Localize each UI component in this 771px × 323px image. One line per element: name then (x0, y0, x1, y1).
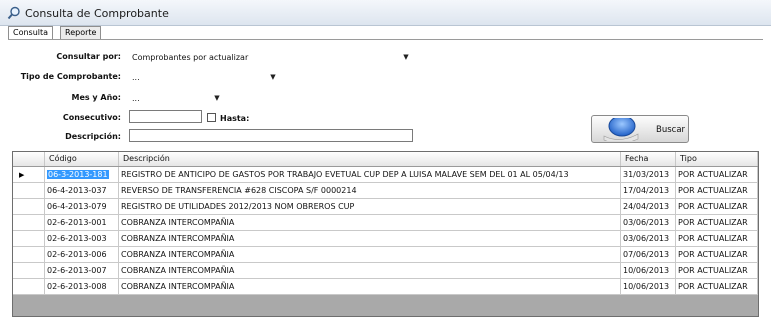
consecutivo-label: Consecutivo: (62, 113, 121, 122)
cell-codigo[interactable]: 06-4-2013-037 (45, 183, 119, 199)
grid-header: Código Descripción Fecha Tipo (13, 152, 758, 167)
row-selector[interactable]: ▶ (13, 167, 45, 183)
magnifier-icon (7, 6, 20, 20)
tipo-comprobante-label: Tipo de Comprobante: (20, 72, 121, 81)
row-selector[interactable] (13, 215, 45, 231)
tab-divider (8, 39, 763, 40)
current-row-icon: ▶ (19, 171, 25, 179)
consecutivo-input[interactable] (129, 110, 202, 123)
table-row[interactable]: 06-4-2013-079 REGISTRO DE UTILIDADES 201… (13, 199, 758, 215)
cell-tipo[interactable]: POR ACTUALIZAR (676, 247, 758, 263)
row-header-corner (13, 152, 45, 166)
title-bar: Consulta de Comprobante (0, 0, 771, 26)
cell-fecha[interactable]: 07/06/2013 (621, 247, 676, 263)
mes-anio-label: Mes y Año: (71, 93, 121, 102)
cell-tipo[interactable]: POR ACTUALIZAR (676, 215, 758, 231)
cell-fecha[interactable]: 31/03/2013 (621, 167, 676, 183)
cell-tipo[interactable]: POR ACTUALIZAR (676, 199, 758, 215)
cell-descripcion[interactable]: REVERSO DE TRANSFERENCIA #628 CISCOPA S/… (119, 183, 621, 199)
cell-fecha[interactable]: 10/06/2013 (621, 263, 676, 279)
window-title: Consulta de Comprobante (25, 7, 169, 20)
row-selector[interactable] (13, 183, 45, 199)
buscar-label: Buscar (656, 125, 686, 135)
cell-tipo[interactable]: POR ACTUALIZAR (676, 183, 758, 199)
chevron-down-icon[interactable]: ▼ (268, 72, 278, 82)
cell-descripcion[interactable]: COBRANZA INTERCOMPAÑIA (119, 279, 621, 295)
tab-consulta[interactable]: Consulta (8, 26, 54, 40)
cell-descripcion[interactable]: REGISTRO DE ANTICIPO DE GASTOS POR TRABA… (119, 167, 621, 183)
table-row[interactable]: 02-6-2013-008 COBRANZA INTERCOMPAÑIA 10/… (13, 279, 758, 295)
descripcion-label: Descripción: (65, 132, 121, 141)
consultar-por-dropdown[interactable]: Comprobantes por actualizar (132, 53, 248, 62)
column-header-descripcion[interactable]: Descripción (119, 152, 621, 166)
cell-fecha[interactable]: 24/04/2013 (621, 199, 676, 215)
table-row[interactable]: 02-6-2013-001 COBRANZA INTERCOMPAÑIA 03/… (13, 215, 758, 231)
chevron-down-icon[interactable]: ▼ (401, 52, 411, 62)
cell-codigo[interactable]: 02-6-2013-003 (45, 231, 119, 247)
cell-codigo[interactable]: 06-3-2013-181 (45, 167, 119, 183)
row-selector[interactable] (13, 263, 45, 279)
cell-tipo[interactable]: POR ACTUALIZAR (676, 263, 758, 279)
cell-descripcion[interactable]: REGISTRO DE UTILIDADES 2012/2013 NOM OBR… (119, 199, 621, 215)
cell-tipo[interactable]: POR ACTUALIZAR (676, 231, 758, 247)
cell-fecha[interactable]: 10/06/2013 (621, 279, 676, 295)
results-grid: Código Descripción Fecha Tipo ▶ 06-3-201… (12, 151, 759, 317)
hasta-label: Hasta: (220, 114, 250, 123)
consultar-por-label: Consultar por: (56, 52, 121, 61)
row-selector[interactable] (13, 231, 45, 247)
cell-codigo[interactable]: 06-4-2013-079 (45, 199, 119, 215)
cell-descripcion[interactable]: COBRANZA INTERCOMPAÑIA (119, 231, 621, 247)
cell-codigo[interactable]: 02-6-2013-007 (45, 263, 119, 279)
mes-anio-dropdown[interactable]: ... (132, 94, 140, 103)
tipo-comprobante-dropdown[interactable]: ... (132, 73, 140, 82)
hasta-checkbox[interactable] (207, 113, 216, 122)
cell-tipo[interactable]: POR ACTUALIZAR (676, 167, 758, 183)
cell-tipo[interactable]: POR ACTUALIZAR (676, 279, 758, 295)
cell-fecha[interactable]: 03/06/2013 (621, 231, 676, 247)
descripcion-input[interactable] (129, 129, 413, 142)
cell-codigo[interactable]: 02-6-2013-006 (45, 247, 119, 263)
cell-codigo[interactable]: 02-6-2013-008 (45, 279, 119, 295)
row-selector[interactable] (13, 247, 45, 263)
tab-reporte[interactable]: Reporte (60, 26, 102, 39)
column-header-fecha[interactable]: Fecha (621, 152, 676, 166)
cell-descripcion[interactable]: COBRANZA INTERCOMPAÑIA (119, 215, 621, 231)
cell-fecha[interactable]: 03/06/2013 (621, 215, 676, 231)
table-row[interactable]: 02-6-2013-003 COBRANZA INTERCOMPAÑIA 03/… (13, 231, 758, 247)
column-header-tipo[interactable]: Tipo (676, 152, 758, 166)
cell-fecha[interactable]: 17/04/2013 (621, 183, 676, 199)
table-row[interactable]: ▶ 06-3-2013-181 REGISTRO DE ANTICIPO DE … (13, 167, 758, 183)
table-row[interactable]: 02-6-2013-006 COBRANZA INTERCOMPAÑIA 07/… (13, 247, 758, 263)
table-row[interactable]: 02-6-2013-007 COBRANZA INTERCOMPAÑIA 10/… (13, 263, 758, 279)
row-selector[interactable] (13, 279, 45, 295)
chevron-down-icon[interactable]: ▼ (212, 93, 222, 103)
cell-codigo[interactable]: 02-6-2013-001 (45, 215, 119, 231)
row-selector[interactable] (13, 199, 45, 215)
search-icon (603, 118, 639, 141)
table-row[interactable]: 06-4-2013-037 REVERSO DE TRANSFERENCIA #… (13, 183, 758, 199)
cell-descripcion[interactable]: COBRANZA INTERCOMPAÑIA (119, 263, 621, 279)
cell-descripcion[interactable]: COBRANZA INTERCOMPAÑIA (119, 247, 621, 263)
column-header-codigo[interactable]: Código (45, 152, 119, 166)
buscar-button[interactable]: Buscar (591, 115, 689, 143)
